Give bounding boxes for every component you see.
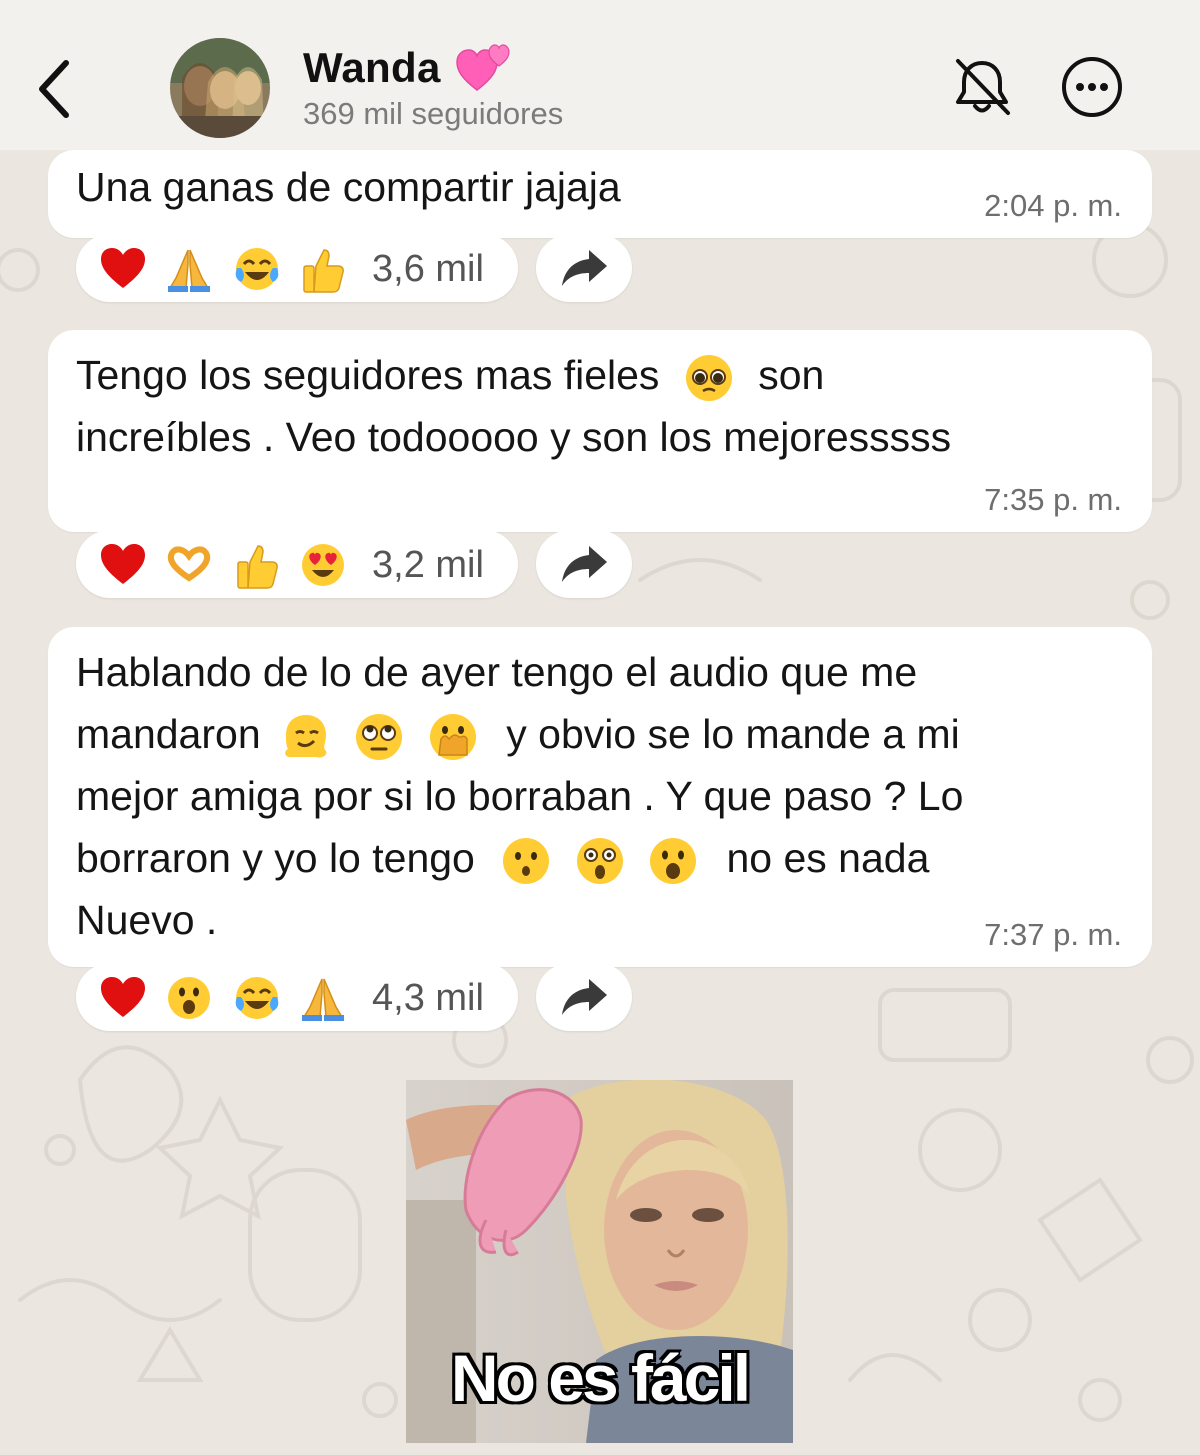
reaction-count: 3,2 mil (372, 544, 484, 586)
message-text: Tengo los seguidores mas fieles (76, 352, 660, 398)
tears-of-joy-icon (235, 248, 279, 290)
reaction-count: 3,6 mil (372, 248, 484, 290)
avatar-photo (170, 38, 270, 138)
open-mouth-face-icon (650, 838, 697, 885)
two-hearts-icon (455, 44, 510, 91)
forward-button[interactable] (536, 963, 632, 1031)
message-bubble[interactable]: Tengo los seguidores mas fieles son incr… (48, 330, 1152, 532)
time-value: 7:35 (984, 482, 1045, 517)
avatar[interactable] (170, 38, 270, 138)
hand-over-mouth-icon (429, 714, 476, 761)
reactions-bar[interactable]: 4,3 mil (76, 963, 518, 1031)
forward-arrow-icon (562, 250, 607, 286)
message-text: y obvio se lo mande a mi (506, 711, 960, 757)
message-text: borraron y yo lo tengo (76, 835, 475, 881)
message-bubble[interactable]: Una ganas de compartir jajaja 2:04 p. m. (48, 150, 1152, 238)
astonished-face-icon (576, 838, 623, 885)
reactions-bar[interactable]: 3,6 mil (76, 234, 518, 302)
mute-bell-icon[interactable] (950, 55, 1014, 119)
message-text: increíbles . Veo todooooo y son los mejo… (76, 414, 952, 460)
message-text: Nuevo . (76, 897, 218, 943)
heart-hands-icon (167, 546, 211, 582)
message-text: no es nada (726, 835, 930, 881)
chat-header: Wanda 369 mil seguidores (0, 0, 1200, 150)
message-time: 2:04 p. m. (984, 188, 1122, 224)
channel-name[interactable]: Wanda (303, 44, 441, 92)
folded-hands-icon (302, 978, 344, 1021)
message-text: Una ganas de compartir jajaja (76, 164, 621, 210)
folded-hands-icon (168, 249, 210, 292)
message-text: Hablando de lo de ayer tengo el audio qu… (76, 649, 918, 695)
thumbs-up-icon (237, 545, 278, 589)
message-bubble[interactable]: Hablando de lo de ayer tengo el audio qu… (48, 627, 1152, 967)
sticker-image[interactable]: No es fácil (406, 1080, 793, 1443)
message-time: 7:37 p. m. (984, 917, 1122, 953)
message-text: mandaron (76, 711, 261, 757)
message-text: mejor amiga por si lo borraban . Y que p… (76, 773, 964, 819)
message-line: borraron y yo lo tengo no es nada (76, 827, 929, 889)
followers-count: 369 mil seguidores (303, 96, 564, 131)
forward-button[interactable] (536, 234, 632, 302)
message-time: 7:35 p. m. (984, 482, 1122, 518)
tears-of-joy-icon (235, 977, 279, 1019)
more-options-icon[interactable] (1060, 55, 1124, 119)
sticker-caption: No es fácil (449, 1340, 752, 1417)
time-suffix: p. m. (1053, 482, 1122, 517)
red-heart-icon (101, 977, 145, 1017)
forward-arrow-icon (562, 546, 607, 582)
time-value: 2:04 (984, 188, 1045, 223)
red-heart-icon (101, 248, 145, 288)
reactions-bar[interactable]: 3,2 mil (76, 530, 518, 598)
reaction-count: 4,3 mil (372, 977, 484, 1019)
pleading-face-icon (685, 355, 732, 402)
time-value: 7:37 (984, 917, 1045, 952)
forward-arrow-icon (562, 979, 607, 1015)
time-suffix: p. m. (1053, 917, 1122, 952)
open-mouth-face-icon (168, 977, 210, 1019)
message-text: son (758, 352, 825, 398)
message-line: mandaron y obvio se lo mande a mi (76, 703, 960, 765)
heart-eyes-icon (302, 544, 344, 586)
back-chevron-icon[interactable] (30, 55, 78, 123)
eye-roll-icon (356, 714, 403, 761)
hushed-face-icon (503, 838, 550, 885)
thumbs-up-icon (303, 249, 344, 293)
message-line: Tengo los seguidores mas fieles son (76, 344, 824, 406)
forward-button[interactable] (536, 530, 632, 598)
melting-face-icon (285, 715, 327, 758)
time-suffix: p. m. (1053, 188, 1122, 223)
red-heart-icon (101, 544, 145, 584)
